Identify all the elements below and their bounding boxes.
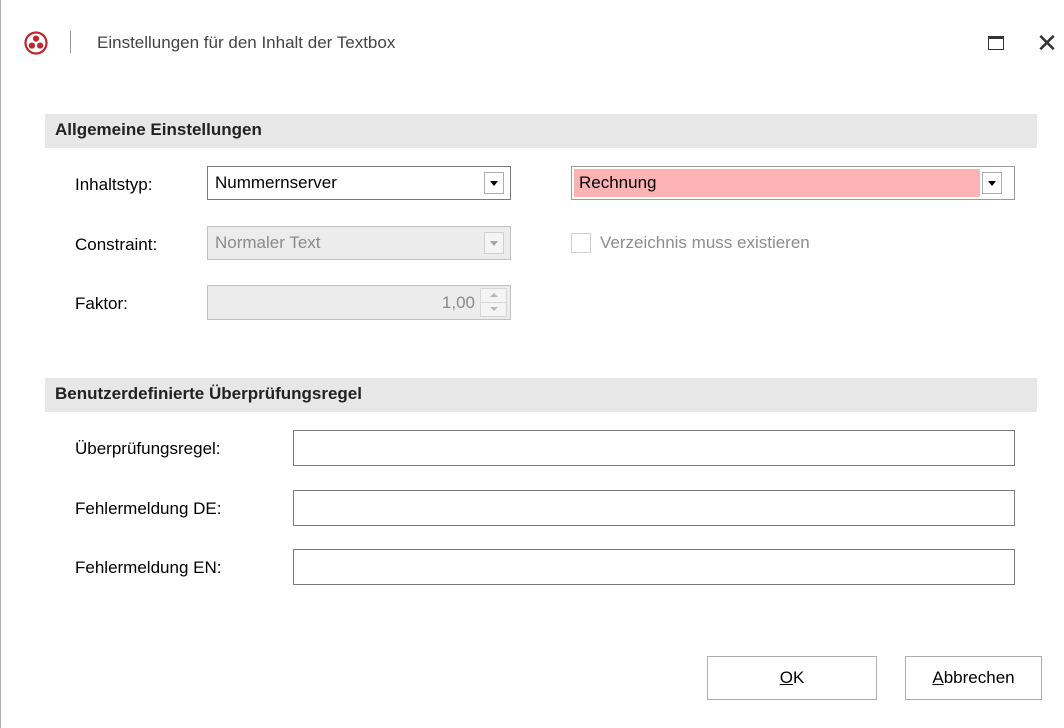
ok-mnemonic: O bbox=[779, 668, 793, 687]
maximize-icon bbox=[988, 36, 1004, 50]
error-en-input[interactable] bbox=[293, 549, 1015, 585]
chevron-down-icon bbox=[489, 307, 498, 312]
section-header-validation: Benutzerdefinierte Überprüfungsregel bbox=[45, 378, 1037, 412]
factor-spinner[interactable]: 1,00 bbox=[207, 285, 511, 320]
content-type-value: Nummernserver bbox=[215, 173, 337, 192]
rule-input[interactable] bbox=[293, 430, 1015, 466]
spin-up-button[interactable] bbox=[481, 289, 506, 303]
app-logo-icon bbox=[24, 31, 48, 55]
close-icon: ✕ bbox=[1036, 28, 1058, 58]
directory-checkbox-row[interactable]: Verzeichnis muss existieren bbox=[571, 233, 810, 253]
factor-value: 1,00 bbox=[441, 293, 475, 312]
directory-checkbox[interactable] bbox=[571, 233, 591, 253]
series-value: Rechnung bbox=[579, 173, 657, 192]
error-de-input[interactable] bbox=[293, 490, 1015, 526]
cancel-label-rest: bbrechen bbox=[943, 668, 1015, 687]
chevron-down-icon bbox=[490, 180, 498, 186]
error-en-label: Fehlermeldung EN: bbox=[75, 558, 222, 577]
factor-spinner-arrows bbox=[480, 288, 507, 317]
title-separator bbox=[70, 31, 71, 53]
series-dropdown-button[interactable] bbox=[982, 172, 1002, 194]
settings-dialog: Einstellungen für den Inhalt der Textbox… bbox=[0, 0, 1064, 728]
cancel-button[interactable]: Abbrechen bbox=[905, 656, 1042, 700]
constraint-label: Constraint: bbox=[75, 235, 158, 254]
title-bar: Einstellungen für den Inhalt der Textbox… bbox=[1, 0, 1064, 84]
error-de-label: Fehlermeldung DE: bbox=[75, 499, 222, 518]
factor-label: Faktor: bbox=[75, 294, 128, 313]
maximize-button[interactable] bbox=[983, 30, 1009, 56]
constraint-value: Normaler Text bbox=[215, 233, 321, 252]
content-type-dropdown[interactable]: Nummernserver bbox=[207, 166, 511, 200]
ok-button[interactable]: OK bbox=[707, 656, 877, 700]
rule-label: Überprüfungsregel: bbox=[75, 439, 221, 458]
constraint-dropdown-button[interactable] bbox=[484, 232, 504, 254]
window-title: Einstellungen für den Inhalt der Textbox bbox=[97, 33, 396, 52]
spin-down-button[interactable] bbox=[481, 303, 506, 317]
directory-checkbox-label: Verzeichnis muss existieren bbox=[600, 233, 810, 252]
ok-label-rest: K bbox=[792, 668, 805, 687]
section-header-general: Allgemeine Einstellungen bbox=[45, 114, 1037, 148]
chevron-down-icon bbox=[490, 240, 498, 246]
cancel-mnemonic: A bbox=[932, 668, 944, 687]
series-dropdown[interactable]: Rechnung bbox=[571, 166, 1015, 200]
content-type-dropdown-button[interactable] bbox=[484, 172, 504, 194]
content-type-label: Inhaltstyp: bbox=[75, 175, 153, 194]
close-button[interactable]: ✕ bbox=[1034, 30, 1060, 56]
constraint-dropdown[interactable]: Normaler Text bbox=[207, 226, 511, 260]
chevron-down-icon bbox=[988, 180, 996, 186]
chevron-up-icon bbox=[489, 293, 498, 298]
